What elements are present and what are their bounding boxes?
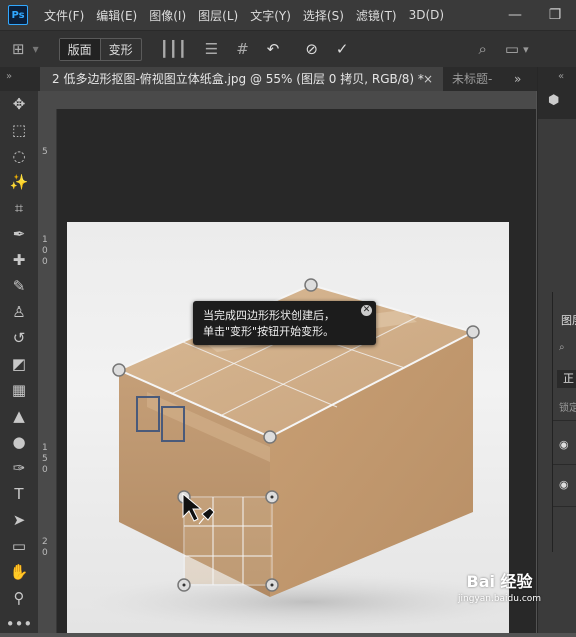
menu-3d[interactable]: 3D(D) bbox=[403, 8, 450, 22]
menu-type[interactable]: 文字(Y) bbox=[244, 7, 297, 24]
tooltip-close-icon[interactable]: ✕ bbox=[361, 305, 372, 316]
more-tools-icon[interactable]: ••• bbox=[0, 611, 38, 637]
3d-panel-icon[interactable]: ⬢ bbox=[548, 93, 559, 108]
ruler-label: 1 bbox=[42, 235, 48, 245]
search-icon[interactable]: ⌕ bbox=[479, 40, 487, 58]
crop-tool-icon[interactable]: ⌗ bbox=[0, 195, 38, 221]
document-tab-inactive[interactable]: 未标题- bbox=[444, 67, 510, 91]
layout-mode-button[interactable]: 版面 bbox=[59, 38, 100, 60]
tab-close-icon[interactable]: × bbox=[423, 67, 433, 91]
auto-straighten-vertical-icon[interactable]: ┃┃┃ bbox=[160, 40, 187, 58]
menu-filter[interactable]: 滤镜(T) bbox=[350, 7, 403, 24]
lock-label: 锁定 bbox=[559, 403, 576, 414]
tools-panel: ✥ ⬚ ◌ ✨ ⌗ ✒ ✚ ✎ ♙ ↺ ◩ ▦ ▲ ● ✑ T ➤ ▭ ✋ ⚲ … bbox=[0, 91, 39, 633]
panel-dock-top: « ⬢ bbox=[538, 67, 576, 119]
tooltip-line-1: 当完成四边形形状创建后， bbox=[203, 309, 335, 322]
photoshop-logo: Ps bbox=[8, 5, 28, 25]
healing-brush-tool-icon[interactable]: ✚ bbox=[0, 247, 38, 273]
ruler-label: 0 bbox=[42, 257, 48, 267]
visibility-eye-icon[interactable]: ◉ bbox=[559, 438, 569, 451]
undo-icon[interactable]: ↶ bbox=[267, 40, 280, 58]
layers-tab[interactable]: 图层 bbox=[561, 312, 576, 328]
document-tab-row: » 2 低多边形抠图-俯视图立体纸盒.jpg @ 55% (图层 0 拷贝, R… bbox=[0, 67, 576, 91]
ruler-label: 0 bbox=[42, 465, 48, 475]
layers-panel: 图层 ⌕ 正 锁定 ◉ ◉ bbox=[552, 292, 576, 552]
menu-select[interactable]: 选择(S) bbox=[297, 7, 350, 24]
hand-tool-icon[interactable]: ✋ bbox=[0, 559, 38, 585]
tooltip-line-2: 单击"变形"按钮开始变形。 bbox=[203, 325, 335, 338]
watermark-url: jingyan.baidu.com bbox=[458, 594, 542, 604]
path-selection-tool-icon[interactable]: ➤ bbox=[0, 507, 38, 533]
baidu-jingyan-watermark: Bai 经验 jingyan.baidu.com bbox=[458, 568, 541, 604]
type-tool-icon[interactable]: T bbox=[0, 481, 38, 507]
document-image[interactable] bbox=[67, 222, 509, 633]
eraser-tool-icon[interactable]: ◩ bbox=[0, 351, 38, 377]
brush-tool-icon[interactable]: ✎ bbox=[0, 273, 38, 299]
menu-file[interactable]: 文件(F) bbox=[38, 7, 90, 24]
menu-layer[interactable]: 图层(L) bbox=[192, 7, 244, 24]
visibility-eye-icon[interactable]: ◉ bbox=[559, 478, 569, 491]
blur-tool-icon[interactable]: ▲ bbox=[0, 403, 38, 429]
ruler-label: 0 bbox=[42, 548, 48, 558]
menu-bar: Ps 文件(F) 编辑(E) 图像(I) 图层(L) 文字(Y) 选择(S) 滤… bbox=[0, 0, 576, 30]
watermark-brand: Bai 经验 bbox=[466, 572, 533, 591]
history-brush-tool-icon[interactable]: ↺ bbox=[0, 325, 38, 351]
menu-edit[interactable]: 编辑(E) bbox=[90, 7, 143, 24]
move-tool-icon[interactable]: ✥ bbox=[0, 91, 38, 117]
warp-mode-button[interactable]: 变形 bbox=[99, 38, 141, 60]
ruler-label: 0 bbox=[42, 246, 48, 256]
perspective-warp-tooltip: 当完成四边形形状创建后， 单击"变形"按钮开始变形。 ✕ bbox=[193, 301, 376, 345]
cancel-icon[interactable]: ⊘ bbox=[305, 40, 318, 58]
maximize-button[interactable]: ❐ bbox=[540, 0, 570, 30]
blend-mode-select[interactable]: 正 bbox=[557, 370, 576, 388]
collapse-toolbar-icon[interactable]: » bbox=[6, 71, 12, 82]
rectangle-tool-icon[interactable]: ▭ bbox=[0, 533, 38, 559]
magic-wand-tool-icon[interactable]: ✨ bbox=[0, 169, 38, 195]
menu-image[interactable]: 图像(I) bbox=[143, 7, 192, 24]
chevron-down-icon[interactable]: ▾ bbox=[33, 42, 39, 56]
layer-search-icon[interactable]: ⌕ bbox=[559, 342, 565, 353]
workspace-chevron-icon[interactable]: ▾ bbox=[523, 43, 529, 56]
eyedropper-tool-icon[interactable]: ✒ bbox=[0, 221, 38, 247]
ruler-label: 2 bbox=[42, 537, 48, 547]
clone-stamp-tool-icon[interactable]: ♙ bbox=[0, 299, 38, 325]
cardboard-box-photo bbox=[87, 278, 509, 630]
gradient-tool-icon[interactable]: ▦ bbox=[0, 377, 38, 403]
auto-straighten-both-icon[interactable]: # bbox=[236, 40, 249, 58]
minimize-button[interactable]: — bbox=[500, 0, 530, 30]
ruler-label: 5 bbox=[42, 454, 48, 464]
collapse-panels-icon[interactable]: « bbox=[558, 71, 564, 82]
lasso-tool-icon[interactable]: ◌ bbox=[0, 143, 38, 169]
document-tab-active[interactable]: 2 低多边形抠图-俯视图立体纸盒.jpg @ 55% (图层 0 拷贝, RGB… bbox=[40, 67, 443, 91]
vertical-ruler: 5 1 0 0 1 5 0 2 0 bbox=[38, 91, 57, 633]
horizontal-ruler bbox=[56, 91, 536, 110]
options-bar: ⊞ ▾ 版面 变形 ┃┃┃ ☰ # ↶ ⊘ ✓ ⌕ ▭ ▾ bbox=[0, 30, 576, 67]
document-tab-title: 2 低多边形抠图-俯视图立体纸盒.jpg @ 55% (图层 0 拷贝, RGB… bbox=[52, 72, 424, 86]
workspace-icon[interactable]: ▭ bbox=[505, 40, 519, 58]
ruler-label: 1 bbox=[42, 443, 48, 453]
zoom-tool-icon[interactable]: ⚲ bbox=[0, 585, 38, 611]
pen-tool-icon[interactable]: ✑ bbox=[0, 455, 38, 481]
commit-check-icon[interactable]: ✓ bbox=[336, 40, 349, 58]
dodge-tool-icon[interactable]: ● bbox=[0, 429, 38, 455]
marquee-tool-icon[interactable]: ⬚ bbox=[0, 117, 38, 143]
ruler-label: 5 bbox=[42, 147, 48, 157]
auto-straighten-horizontal-icon[interactable]: ☰ bbox=[205, 40, 218, 58]
tab-overflow-icon[interactable]: » bbox=[514, 67, 521, 91]
perspective-warp-tool-icon[interactable]: ⊞ bbox=[12, 40, 25, 58]
mode-segment: 版面 变形 bbox=[58, 37, 142, 61]
